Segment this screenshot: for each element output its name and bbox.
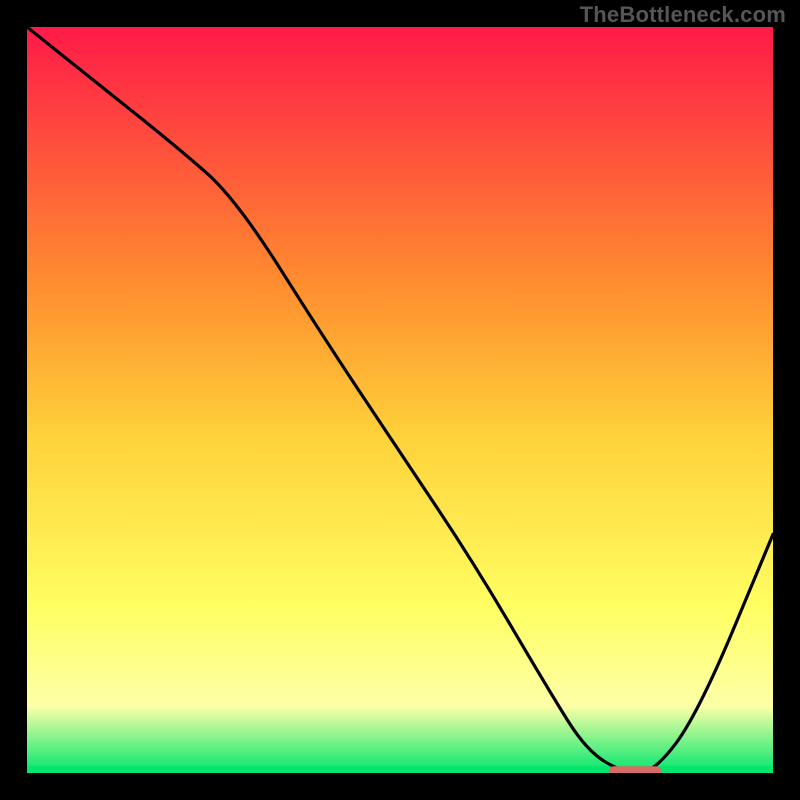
baseline-band xyxy=(27,766,773,773)
chart-frame: TheBottleneck.com xyxy=(0,0,800,800)
watermark-text: TheBottleneck.com xyxy=(580,2,786,28)
bottleneck-chart xyxy=(27,27,773,773)
optimal-range-marker xyxy=(609,766,661,773)
gradient-background xyxy=(27,27,773,773)
